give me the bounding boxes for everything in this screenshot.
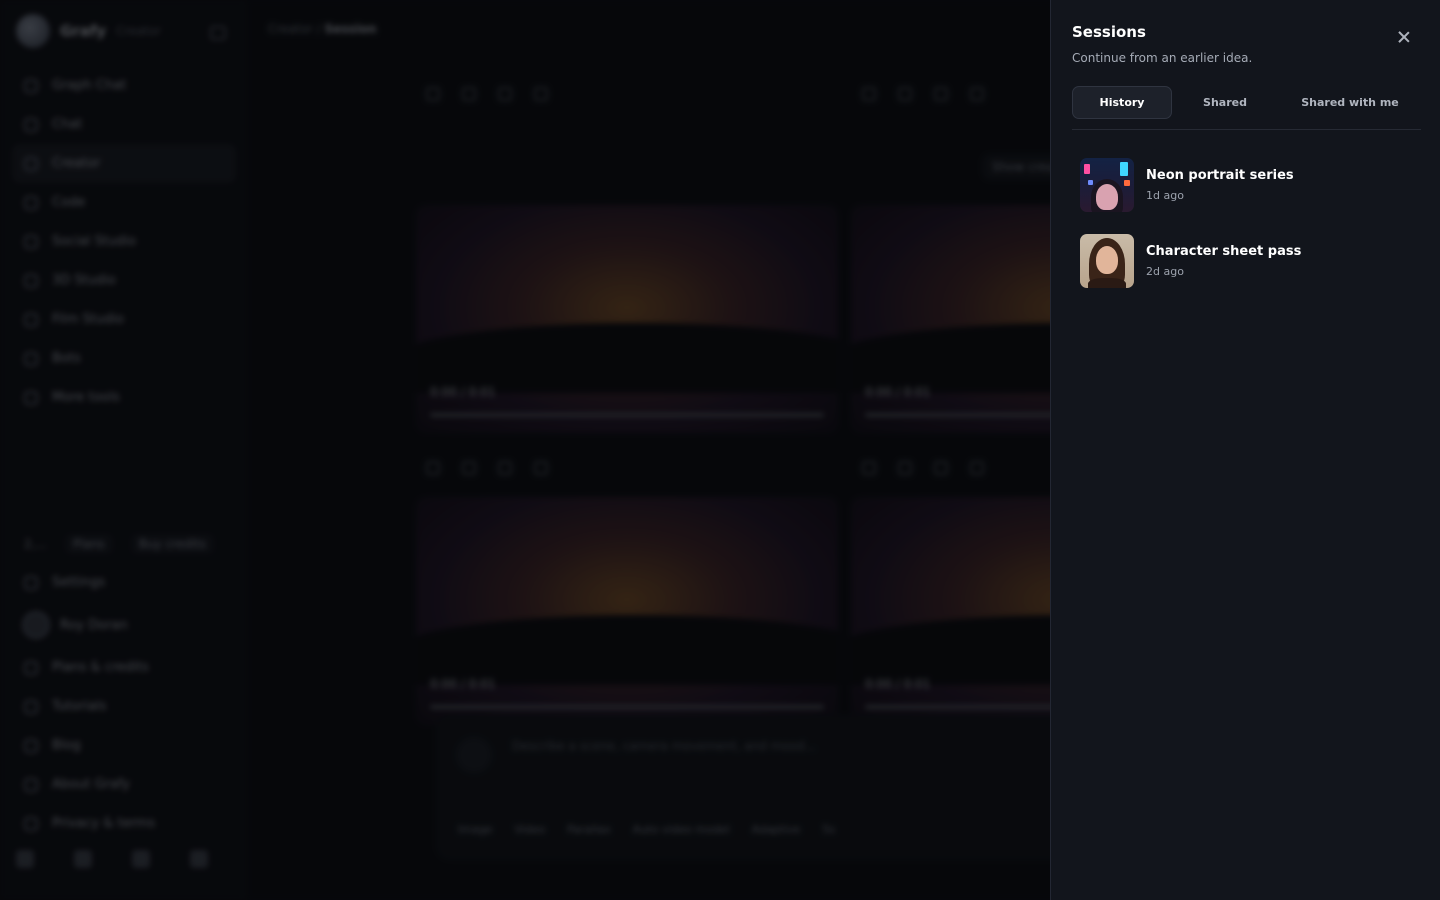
modal-backdrop[interactable] xyxy=(0,0,1050,900)
session-title: Character sheet pass xyxy=(1146,244,1302,259)
neon-sign xyxy=(1120,162,1128,176)
session-thumbnail xyxy=(1080,234,1134,288)
neon-sign xyxy=(1124,180,1130,186)
session-item[interactable]: Neon portrait series 1d ago xyxy=(1080,157,1410,213)
neon-sign xyxy=(1088,180,1093,185)
session-title: Neon portrait series xyxy=(1146,168,1294,183)
session-time: 1d ago xyxy=(1146,189,1184,202)
portrait-face xyxy=(1096,246,1118,274)
session-text: Character sheet pass 2d ago xyxy=(1146,244,1301,278)
tab-history[interactable]: History xyxy=(1072,86,1172,119)
session-text: Neon portrait series 1d ago xyxy=(1146,168,1294,202)
session-item[interactable]: Character sheet pass 2d ago xyxy=(1080,233,1410,289)
tab-shared-with-me[interactable]: Shared with me xyxy=(1292,86,1408,119)
portrait-face xyxy=(1096,184,1118,210)
tab-shared[interactable]: Shared xyxy=(1182,86,1268,119)
neon-sign xyxy=(1084,164,1090,174)
close-icon[interactable] xyxy=(1394,27,1414,47)
panel-subtitle: Continue from an earlier idea. xyxy=(1072,51,1253,65)
panel-title: Sessions xyxy=(1072,23,1146,41)
portrait-body xyxy=(1088,278,1126,288)
session-thumbnail xyxy=(1080,158,1134,212)
session-time: 2d ago xyxy=(1146,265,1184,278)
session-tabs: History Shared Shared with me xyxy=(1072,86,1421,130)
sessions-panel: Sessions Continue from an earlier idea. … xyxy=(1050,0,1440,900)
